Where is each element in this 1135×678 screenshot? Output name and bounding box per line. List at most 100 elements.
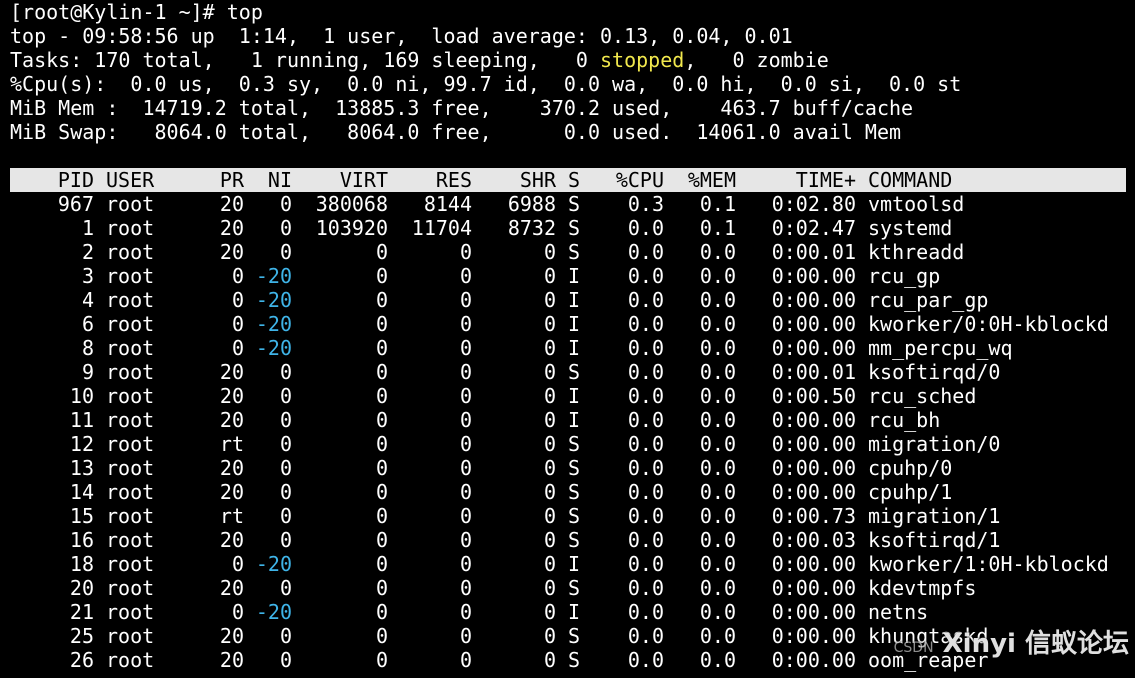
process-res: 0 [459, 648, 472, 672]
process-cpu: 0.3 [627, 192, 664, 216]
process-res: 0 [459, 408, 472, 432]
col-pr: PR [219, 168, 244, 192]
process-s: S [568, 480, 581, 504]
process-mem: 0.0 [699, 504, 736, 528]
process-mem: 0.0 [699, 384, 736, 408]
process-res: 0 [459, 528, 472, 552]
process-virt: 0 [375, 288, 388, 312]
process-command: migration/0 [868, 432, 1001, 456]
process-time: 0:00.00 [771, 576, 856, 600]
process-s: I [568, 552, 581, 576]
process-shr: 0 [543, 552, 556, 576]
process-res: 0 [459, 456, 472, 480]
process-time: 0:00.00 [771, 456, 856, 480]
process-ni: 0 [279, 456, 292, 480]
process-time: 0:00.00 [771, 432, 856, 456]
process-virt: 0 [375, 336, 388, 360]
process-s: S [568, 240, 581, 264]
process-ni: 0 [279, 504, 292, 528]
process-mem: 0.0 [699, 624, 736, 648]
process-ni: -20 [255, 288, 292, 312]
process-ni: 0 [279, 360, 292, 384]
process-time: 0:02.80 [771, 192, 856, 216]
process-shr: 0 [543, 336, 556, 360]
process-cpu: 0.0 [627, 264, 664, 288]
process-row: 16 root 20 0 0 0 0 S 0.0 0.0 0:00.03 ksoftirqd/1 [10, 528, 1135, 552]
process-virt: 380068 [315, 192, 388, 216]
process-pr: 20 [219, 480, 244, 504]
process-row: 11 root 20 0 0 0 0 I 0.0 0.0 0:00.00 rcu_bh [10, 408, 1135, 432]
process-ni: 0 [279, 192, 292, 216]
process-shr: 6988 [507, 192, 556, 216]
col-res: RES [435, 168, 472, 192]
process-ni: 0 [279, 408, 292, 432]
process-user: root [106, 312, 155, 336]
process-user: root [106, 576, 155, 600]
process-pr: 20 [219, 456, 244, 480]
process-virt: 0 [375, 408, 388, 432]
process-mem: 0.0 [699, 480, 736, 504]
process-pid: 16 [69, 528, 94, 552]
process-pid: 967 [57, 192, 94, 216]
process-shr: 0 [543, 648, 556, 672]
process-mem: 0.0 [699, 336, 736, 360]
process-ni: 0 [279, 432, 292, 456]
process-pr: 20 [219, 576, 244, 600]
process-virt: 0 [375, 648, 388, 672]
process-command: vmtoolsd [868, 192, 965, 216]
process-row: 2 root 20 0 0 0 0 S 0.0 0.0 0:00.01 kthreadd [10, 240, 1135, 264]
watermark-brand: Xinyi 信蚁论坛 [942, 629, 1129, 659]
process-s: S [568, 576, 581, 600]
process-command: kdevtmpfs [868, 576, 977, 600]
process-time: 0:00.03 [771, 528, 856, 552]
process-cpu: 0.0 [627, 312, 664, 336]
process-ni: -20 [255, 600, 292, 624]
process-row: 967 root 20 0 380068 8144 6988 S 0.3 0.1 0:02.80 vm… [10, 192, 1135, 216]
process-virt: 0 [375, 504, 388, 528]
uptime-line: top - 09:58:56 up 1:14, 1 user, load ave… [10, 24, 793, 48]
process-pr: 0 [231, 312, 244, 336]
process-pid: 21 [69, 600, 94, 624]
process-res: 0 [459, 552, 472, 576]
process-pid: 26 [69, 648, 94, 672]
process-pid: 13 [69, 456, 94, 480]
shell-prompt: [root@Kylin-1 ~]# top [10, 0, 263, 24]
col-ni: NI [267, 168, 292, 192]
terminal-window[interactable]: [root@Kylin-1 ~]# top top - 09:58:56 up … [10, 0, 1135, 678]
process-mem: 0.0 [699, 576, 736, 600]
process-user: root [106, 504, 155, 528]
process-s: S [568, 360, 581, 384]
process-time: 0:00.00 [771, 312, 856, 336]
watermark: CSDN Xinyi 信蚁论坛 [894, 623, 1129, 660]
process-pid: 14 [69, 480, 94, 504]
process-user: root [106, 648, 155, 672]
process-shr: 0 [543, 240, 556, 264]
process-pr: 0 [231, 600, 244, 624]
process-cpu: 0.0 [627, 360, 664, 384]
process-mem: 0.0 [699, 408, 736, 432]
col-user: USER [106, 168, 155, 192]
process-res: 0 [459, 264, 472, 288]
process-table-body: 967 root 20 0 380068 8144 6988 S 0.3 0.1 0:02.80 vm… [10, 192, 1135, 672]
process-mem: 0.1 [699, 192, 736, 216]
col-command: COMMAND [868, 168, 953, 192]
process-cpu: 0.0 [627, 504, 664, 528]
tasks-line: Tasks: 170 total, 1 running, 169 sleepin… [10, 48, 1135, 72]
process-s: I [568, 384, 581, 408]
process-user: root [106, 432, 155, 456]
process-cpu: 0.0 [627, 576, 664, 600]
process-command: migration/1 [868, 504, 1001, 528]
process-cpu: 0.0 [627, 456, 664, 480]
process-pr: 0 [231, 552, 244, 576]
process-user: root [106, 624, 155, 648]
process-mem: 0.0 [699, 600, 736, 624]
process-shr: 0 [543, 576, 556, 600]
process-virt: 0 [375, 552, 388, 576]
process-virt: 0 [375, 576, 388, 600]
process-pid: 1 [81, 216, 94, 240]
process-time: 0:00.00 [771, 408, 856, 432]
process-shr: 0 [543, 288, 556, 312]
process-s: S [568, 648, 581, 672]
process-command: netns [868, 600, 929, 624]
process-row: 13 root 20 0 0 0 0 S 0.0 0.0 0:00.00 cpuhp/0 [10, 456, 1135, 480]
